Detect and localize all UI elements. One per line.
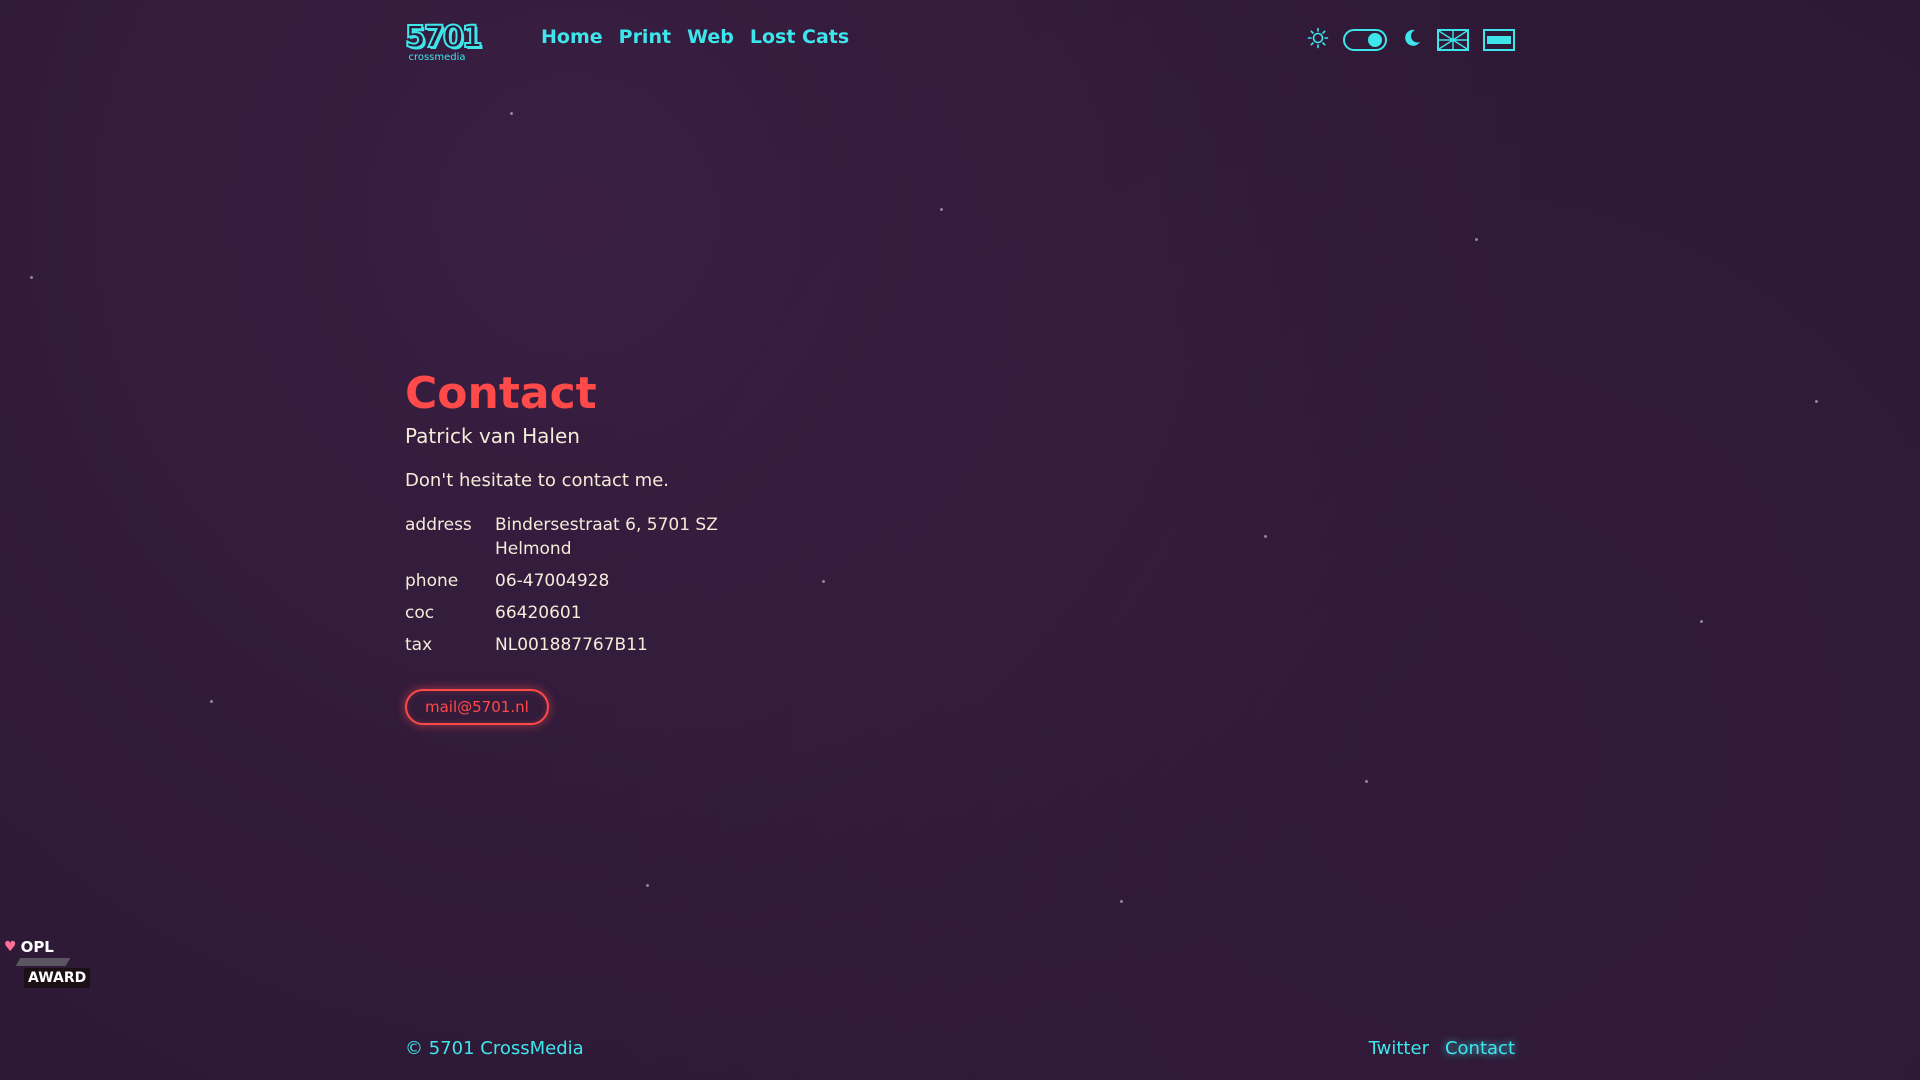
star [1264, 535, 1267, 538]
nav-lost-cats[interactable]: Lost Cats [750, 26, 849, 48]
contact-intro: Don't hesitate to contact me. [405, 470, 670, 491]
table-row: phone 06-47004928 [405, 567, 718, 599]
star [1815, 400, 1818, 403]
nav-print[interactable]: Print [619, 26, 671, 48]
footer-copyright: © 5701 CrossMedia [405, 1038, 584, 1059]
award-stripe [15, 958, 71, 966]
star [940, 208, 943, 211]
footer-link-twitter[interactable]: Twitter [1369, 1038, 1429, 1059]
logo-main-text: 5701 [404, 20, 484, 55]
table-row: coc 66420601 [405, 599, 718, 631]
star [646, 884, 649, 887]
table-row: tax NL001887767B11 [405, 631, 718, 663]
main-nav: Home Print Web Lost Cats [541, 26, 849, 48]
award-line-1: ♥ OPL [4, 938, 100, 956]
star [30, 276, 33, 279]
footer-link-contact[interactable]: Contact [1445, 1038, 1515, 1059]
site-header: 5701 crossmedia Home Print Web Lost Cats [404, 20, 1515, 82]
contact-section: Contact Patrick van Halen Don't hesitate… [405, 370, 1005, 725]
language-flag-icon[interactable] [1483, 29, 1515, 51]
heart-icon: ♥ [4, 939, 17, 955]
detail-key-address: address [405, 515, 472, 535]
header-controls [1307, 27, 1515, 53]
mail-button[interactable]: mail@5701.nl [405, 689, 549, 725]
page-title: Contact [405, 368, 597, 419]
table-row: address Bindersestraat 6, 5701 SZ Helmon… [405, 511, 718, 567]
theme-toggle[interactable] [1343, 29, 1387, 51]
detail-key-phone: phone [405, 571, 459, 591]
star [1475, 238, 1478, 241]
award-badge[interactable]: ♥ OPL AWARD [4, 938, 100, 996]
contact-name: Patrick van Halen [405, 424, 580, 448]
contact-details-table: address Bindersestraat 6, 5701 SZ Helmon… [405, 511, 718, 663]
detail-key-coc: coc [405, 603, 435, 623]
logo-sub-text: crossmedia [408, 52, 466, 63]
star [1365, 780, 1368, 783]
site-logo[interactable]: 5701 crossmedia [404, 20, 484, 74]
detail-value-address: Bindersestraat 6, 5701 SZ Helmond [495, 511, 718, 567]
detail-value-tax: NL001887767B11 [495, 635, 648, 655]
address-line-1: Bindersestraat 6, 5701 SZ [495, 515, 718, 535]
uk-flag-icon[interactable] [1437, 29, 1469, 51]
star [1120, 900, 1123, 903]
award-label-top: OPL [20, 938, 54, 956]
nav-web[interactable]: Web [687, 26, 734, 48]
footer-links: Twitter Contact [1369, 1038, 1515, 1059]
detail-value-phone: 06-47004928 [495, 571, 610, 591]
detail-value-coc: 66420601 [495, 603, 582, 623]
moon-icon [1401, 27, 1423, 53]
nav-home[interactable]: Home [541, 26, 603, 48]
star [1700, 620, 1703, 623]
flag-stripe [1487, 36, 1511, 44]
address-line-2: Helmond [495, 539, 572, 559]
toggle-knob [1368, 33, 1382, 47]
award-label-bottom: AWARD [24, 968, 91, 988]
sun-icon [1307, 27, 1329, 53]
star [210, 700, 213, 703]
star [510, 112, 513, 115]
detail-key-tax: tax [405, 635, 433, 655]
